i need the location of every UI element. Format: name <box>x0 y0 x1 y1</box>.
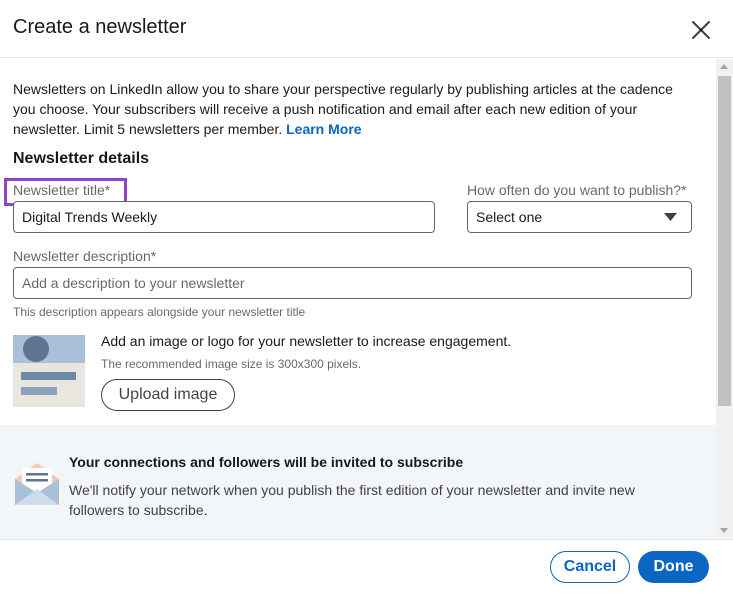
dialog-footer: Cancel Done <box>0 539 733 593</box>
newsletter-dialog: Create a newsletter Newsletters on Linke… <box>0 0 733 593</box>
newsletter-title-input[interactable] <box>13 201 435 233</box>
done-button[interactable]: Done <box>638 551 709 583</box>
image-prompt: Add an image or logo for your newsletter… <box>101 333 512 349</box>
section-title: Newsletter details <box>13 150 150 167</box>
intro-paragraph: Newsletters on LinkedIn allow you to sha… <box>13 79 693 139</box>
dialog-title: Create a newsletter <box>13 16 187 38</box>
dialog-header: Create a newsletter <box>0 0 733 58</box>
frequency-select[interactable]: Select one <box>467 201 692 233</box>
newsletter-description-label: Newsletter description* <box>13 248 157 264</box>
description-helper-text: This description appears alongside your … <box>13 305 306 319</box>
dialog-content: Newsletters on LinkedIn allow you to sha… <box>0 59 716 539</box>
frequency-label: How often do you want to publish?* <box>467 182 687 198</box>
notice-title: Your connections and followers will be i… <box>69 454 464 470</box>
notice-body: We'll notify your network when you publi… <box>69 482 635 518</box>
scroll-down-arrow-icon[interactable] <box>720 528 728 533</box>
scrollbar-thumb[interactable] <box>718 76 731 406</box>
learn-more-link[interactable]: Learn More <box>286 121 361 137</box>
close-icon <box>692 21 710 39</box>
subscribe-notice: Your connections and followers will be i… <box>0 425 716 539</box>
image-size-hint: The recommended image size is 300x300 pi… <box>101 357 362 371</box>
frequency-value: Select one <box>476 209 543 225</box>
image-placeholder-icon <box>13 335 85 407</box>
close-button[interactable] <box>688 17 714 43</box>
upload-image-button[interactable]: Upload image <box>101 379 235 411</box>
newsletter-title-label: Newsletter title* <box>13 182 111 198</box>
scroll-up-arrow-icon[interactable] <box>720 64 728 69</box>
cancel-button[interactable]: Cancel <box>550 551 630 583</box>
newsletter-description-input[interactable] <box>13 267 692 299</box>
scrollbar[interactable] <box>716 59 733 539</box>
caret-down-icon <box>664 213 677 221</box>
envelope-icon <box>15 463 59 505</box>
